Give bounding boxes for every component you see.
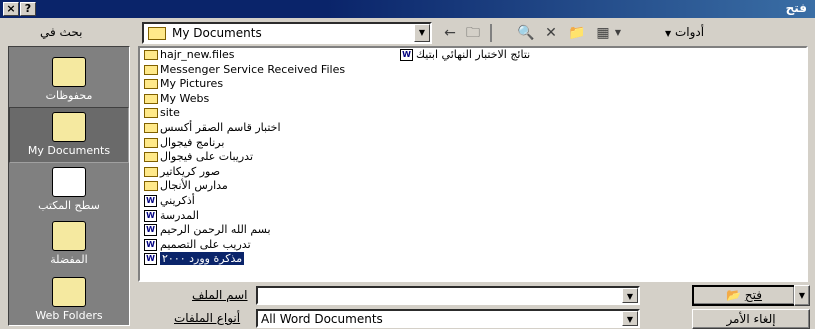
file-name: المدرسة [160,208,199,222]
window-title: فتح [785,1,807,15]
tools-menu[interactable]: ▼ أدوات [665,25,704,39]
views-dropdown-icon[interactable]: ▼ [612,22,624,44]
list-item[interactable]: W تدريب على التصميم [142,238,382,253]
file-name: Messenger Service Received Files [160,62,346,76]
file-name: أذكريني [160,193,195,207]
title-bar: × ? فتح [0,0,815,18]
word-doc-icon: W [144,238,157,251]
list-item[interactable]: hajr_new.files [142,48,382,63]
list-item[interactable]: My Webs [142,92,382,107]
file-name: برنامج فيجوال [160,135,225,149]
place-label: سطح المكتب [38,199,100,212]
place-label: محفوظات [45,89,93,102]
file-column-left: hajr_new.files Messenger Service Receive… [142,48,382,267]
folder-icon [144,152,158,163]
web-folders-icon [52,277,86,307]
history-icon [52,57,86,87]
chevron-down-icon[interactable]: ▼ [414,24,430,42]
file-column-right: W نتائج الاختبار النهائي ابتيك [398,48,598,63]
folder-icon [144,108,158,119]
list-item[interactable]: My Pictures [142,77,382,92]
place-label: المفضلة [50,253,88,266]
back-arrow-icon[interactable]: ← [440,22,460,44]
word-doc-icon: W [400,49,413,61]
chevron-down-icon: ▼ [665,29,672,38]
file-name: مذكرة وورد ٢٠٠٠ [160,252,245,266]
folder-icon [144,79,158,90]
place-desktop[interactable]: سطح المكتب [9,163,129,219]
places-bar: محفوظات My Documents سطح المكتب المفضلة … [8,46,130,326]
views-icon[interactable]: ▦ [592,22,614,44]
chevron-down-icon[interactable]: ▼ [622,288,638,303]
place-label: Web Folders [35,309,103,322]
folder-icon [144,50,158,60]
filetype-value: All Word Documents [261,312,383,326]
list-item[interactable]: W أذكريني [142,194,382,209]
look-in-value: My Documents [172,26,262,40]
open-label: فتح [744,288,762,302]
new-folder-icon[interactable]: 📁 [566,22,588,44]
delete-icon[interactable]: ✕ [540,22,562,44]
file-name: site [160,106,180,120]
folder-icon [144,166,158,177]
folder-icon [144,181,158,192]
list-item[interactable]: برنامج فيجوال [142,136,382,151]
file-name: نتائج الاختبار النهائي ابتيك [416,48,531,61]
file-name: اختبار قاسم الصقر أكسس [160,120,281,134]
place-web-folders[interactable]: Web Folders [9,273,129,329]
filetype-dropdown[interactable]: All Word Documents ▼ [256,309,640,328]
folder-icon [144,93,158,104]
file-list[interactable]: hajr_new.files Messenger Service Receive… [138,46,808,282]
file-name: مدارس الأنجال [160,179,228,193]
list-item[interactable]: W نتائج الاختبار النهائي ابتيك [398,48,598,63]
word-doc-icon: W [144,253,157,266]
folder-icon [144,64,158,75]
list-item-selected[interactable]: W مذكرة وورد ٢٠٠٠ [142,252,382,267]
list-item[interactable]: Messenger Service Received Files [142,63,382,78]
list-item[interactable]: صور كريكاتير [142,165,382,180]
place-label: My Documents [27,144,111,157]
filename-field[interactable]: ▼ [256,286,640,305]
filetype-label: أنواع الملفات [174,311,241,325]
open-button[interactable]: 📂 فتح [692,285,796,306]
list-item[interactable]: اختبار قاسم الصقر أكسس [142,121,382,136]
file-name: بسم الله الرحمن الرحيم [160,223,271,237]
word-doc-icon: W [144,209,157,222]
up-folder-icon[interactable]: 🗀 [462,22,484,44]
list-item[interactable]: W بسم الله الرحمن الرحيم [142,223,382,238]
file-name: My Pictures [160,77,224,91]
look-in-label: بحث في [40,25,83,39]
cancel-button[interactable]: إلغاء الأمر [692,309,810,329]
folder-icon [144,122,158,133]
word-doc-icon: W [144,224,157,237]
file-name: تدريب على التصميم [160,237,251,251]
list-item[interactable]: مدارس الأنجال [142,179,382,194]
place-my-documents[interactable]: My Documents [9,107,129,163]
open-folder-icon: 📂 [726,288,741,302]
folder-icon [148,27,166,40]
list-item[interactable]: W المدرسة [142,209,382,224]
search-web-icon[interactable]: 🔍 [515,22,537,44]
look-in-dropdown[interactable]: My Documents ▼ [142,22,432,44]
help-button[interactable]: ? [20,2,36,16]
filename-label: اسم الملف [192,288,248,302]
list-item[interactable]: site [142,106,382,121]
list-item[interactable]: تدريبات على فيجوال [142,150,382,165]
file-name: تدريبات على فيجوال [160,150,254,164]
desktop-icon [52,167,86,197]
my-documents-icon [52,112,86,142]
file-name: hajr_new.files [160,48,235,61]
place-history[interactable]: محفوظات [9,53,129,109]
open-dropdown-button[interactable]: ▼ [794,285,810,306]
file-name: My Webs [160,91,210,105]
chevron-down-icon[interactable]: ▼ [622,311,638,326]
file-name: صور كريكاتير [160,164,221,178]
toolbar-divider [490,24,492,42]
place-favorites[interactable]: المفضلة [9,217,129,273]
close-button[interactable]: × [3,2,19,16]
favorites-icon [52,221,86,251]
tools-label: أدوات [674,25,705,39]
folder-icon [144,137,158,148]
word-doc-icon: W [144,194,157,207]
